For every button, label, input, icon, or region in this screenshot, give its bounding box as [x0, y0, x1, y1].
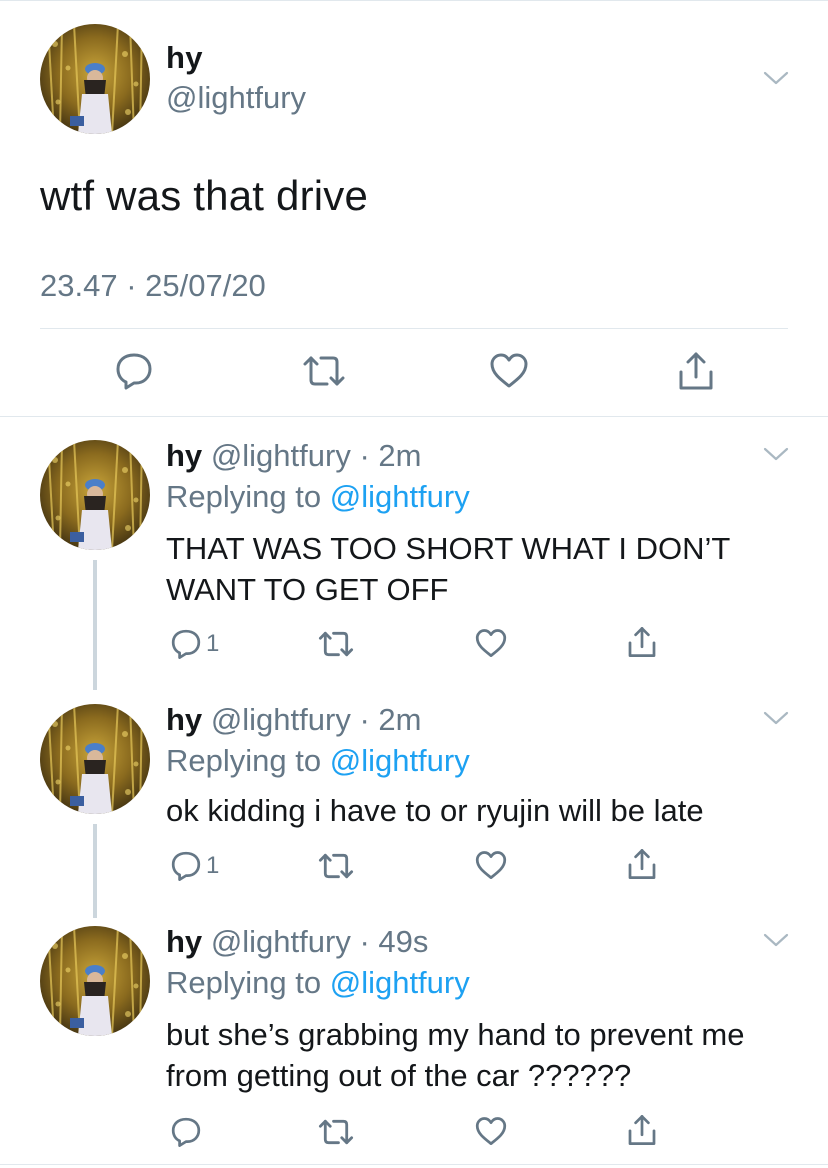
like-button[interactable] — [474, 1116, 508, 1147]
reply-time[interactable]: 49s — [378, 924, 428, 959]
username-handle[interactable]: @lightfury — [211, 702, 351, 737]
reply-button[interactable]: 1 — [170, 628, 219, 660]
retweet-button[interactable] — [317, 1118, 355, 1146]
top-divider — [0, 0, 828, 1]
reply-text: THAT WAS TOO SHORT WHAT I DON’T WANT TO … — [166, 531, 730, 607]
share-button[interactable] — [676, 350, 716, 392]
avatar[interactable] — [40, 926, 150, 1036]
like-icon — [474, 1116, 508, 1147]
display-name[interactable]: hy — [166, 924, 202, 959]
like-icon — [474, 628, 508, 659]
mention-link[interactable]: @lightfury — [330, 743, 470, 778]
tweet-text: wtf was that drive — [40, 172, 369, 219]
reply-button[interactable] — [170, 1116, 202, 1148]
retweet-icon — [317, 1118, 355, 1146]
thread-line — [93, 824, 97, 918]
retweet-icon — [317, 852, 355, 880]
share-icon — [626, 847, 658, 881]
retweet-icon — [301, 354, 347, 388]
like-button[interactable] — [474, 850, 508, 881]
separator-dot: · — [359, 438, 370, 473]
like-icon — [488, 352, 530, 390]
share-button[interactable] — [626, 1113, 658, 1147]
username-handle[interactable]: @lightfury — [166, 80, 306, 116]
like-button[interactable] — [474, 628, 508, 659]
divider — [40, 328, 788, 329]
reply-text: but she’s grabbing my hand to prevent me… — [166, 1017, 745, 1093]
replying-to: Replying to @lightfury — [166, 479, 470, 515]
reply-time[interactable]: 2m — [378, 438, 421, 473]
replying-to-label: Replying to — [166, 479, 330, 514]
replying-to-label: Replying to — [166, 965, 330, 1000]
replying-to: Replying to @lightfury — [166, 743, 470, 779]
reply-header: hy @lightfury · 2m — [166, 702, 421, 738]
bottom-divider — [0, 1164, 828, 1165]
replying-to: Replying to @lightfury — [166, 965, 470, 1001]
retweet-button[interactable] — [317, 852, 355, 880]
display-name[interactable]: hy — [166, 702, 202, 737]
reply-button[interactable] — [114, 352, 154, 390]
retweet-icon — [317, 630, 355, 658]
like-icon — [474, 850, 508, 881]
reply-count: 1 — [206, 852, 220, 879]
reply-header: hy @lightfury · 49s — [166, 924, 428, 960]
divider — [0, 416, 828, 417]
reply-text: ok kidding i have to or ryujin will be l… — [166, 793, 704, 828]
chevron-down-icon[interactable] — [763, 932, 789, 948]
avatar[interactable] — [40, 440, 150, 550]
share-icon — [676, 350, 716, 392]
avatar[interactable] — [40, 704, 150, 814]
reply-count: 1 — [206, 630, 220, 657]
mention-link[interactable]: @lightfury — [330, 479, 470, 514]
like-button[interactable] — [488, 352, 530, 390]
display-name[interactable]: hy — [166, 40, 203, 76]
separator-dot: · — [359, 702, 370, 737]
reply-icon — [170, 628, 202, 660]
reply-icon — [170, 1116, 202, 1148]
retweet-button[interactable] — [301, 354, 347, 388]
display-name[interactable]: hy — [166, 438, 202, 473]
avatar[interactable] — [40, 24, 150, 134]
separator-dot: · — [359, 924, 370, 959]
thread-line — [93, 560, 97, 690]
mention-link[interactable]: @lightfury — [330, 965, 470, 1000]
reply-button[interactable]: 1 — [170, 850, 219, 882]
reply-header: hy @lightfury · 2m — [166, 438, 421, 474]
share-button[interactable] — [626, 625, 658, 659]
chevron-down-icon[interactable] — [763, 70, 789, 86]
tweet-timestamp[interactable]: 23.47 · 25/07/20 — [40, 268, 266, 304]
chevron-down-icon[interactable] — [763, 446, 789, 462]
username-handle[interactable]: @lightfury — [211, 438, 351, 473]
reply-icon — [114, 352, 154, 390]
retweet-button[interactable] — [317, 630, 355, 658]
share-icon — [626, 625, 658, 659]
reply-time[interactable]: 2m — [378, 702, 421, 737]
share-icon — [626, 1113, 658, 1147]
chevron-down-icon[interactable] — [763, 710, 789, 726]
replying-to-label: Replying to — [166, 743, 330, 778]
username-handle[interactable]: @lightfury — [211, 924, 351, 959]
share-button[interactable] — [626, 847, 658, 881]
reply-icon — [170, 850, 202, 882]
